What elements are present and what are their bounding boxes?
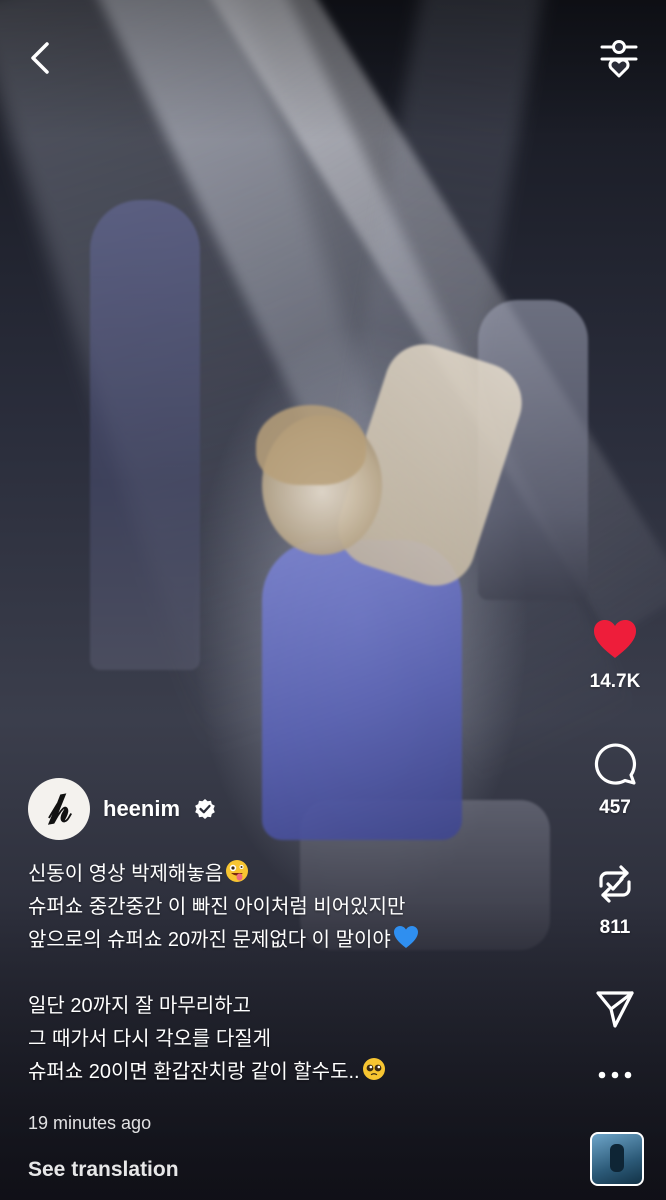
more-options-button[interactable] [575,1070,655,1080]
audio-thumbnail-button[interactable] [590,1132,644,1186]
share-button[interactable] [575,988,655,1030]
caption-line: 슈퍼쇼 중간중간 이 빠진 아이처럼 비어있지만 [28,896,406,918]
chevron-left-icon [31,42,49,74]
caption-line: 일단 20까지 잘 마무리하고 [28,995,251,1017]
caption-line: 그 때가서 다시 각오를 다질게 [28,1028,272,1050]
comment-action: 457 [575,742,655,819]
author-username[interactable]: heenim [103,796,180,822]
caption-line-blank [28,957,568,990]
like-action: 14.7K [575,618,655,693]
performer-hair [256,405,366,485]
repost-count[interactable]: 811 [600,917,631,939]
caption-line: 슈퍼쇼 20이면 환갑잔치랑 같이 할수도.. [28,1056,568,1089]
post-timestamp: 19 minutes ago [28,1113,152,1133]
repost-button[interactable] [593,862,637,911]
author-avatar[interactable]: 𝒽 [28,778,90,840]
like-count[interactable]: 14.7K [590,671,641,693]
like-button[interactable] [592,618,638,665]
pleading-face-emoji [362,1058,385,1080]
ellipsis-icon [598,1071,632,1079]
back-button[interactable] [20,38,60,78]
verified-badge-icon [195,799,215,819]
caption-line: 앞으로의 슈퍼쇼 20까진 문제없다 이 말이야 [28,924,568,957]
repost-icon [599,865,631,903]
interests-filter-button[interactable] [596,36,642,82]
background-performer [90,200,200,670]
caption-line: 신동이 영상 박제해놓음 [28,858,568,891]
comment-button[interactable] [593,742,637,791]
audio-cover-thumbnail [610,1144,624,1172]
heart-filled-icon [594,620,636,658]
heart-sliders-icon [600,40,638,78]
zany-face-emoji [226,860,249,882]
paper-plane-icon [596,991,634,1028]
comment-bubble-icon [594,743,637,785]
blue-heart-emoji [393,926,418,948]
top-shade [0,0,666,140]
repost-action: 811 [575,862,655,939]
comment-count[interactable]: 457 [599,797,631,819]
see-translation-link[interactable]: See translation [28,1158,179,1182]
post-caption[interactable]: 신동이 영상 박제해놓음 슈퍼쇼 중간중간 이 빠진 아이처럼 비어있지만 앞으… [28,858,568,1089]
calligraphy-avatar: 𝒽 [44,783,74,834]
